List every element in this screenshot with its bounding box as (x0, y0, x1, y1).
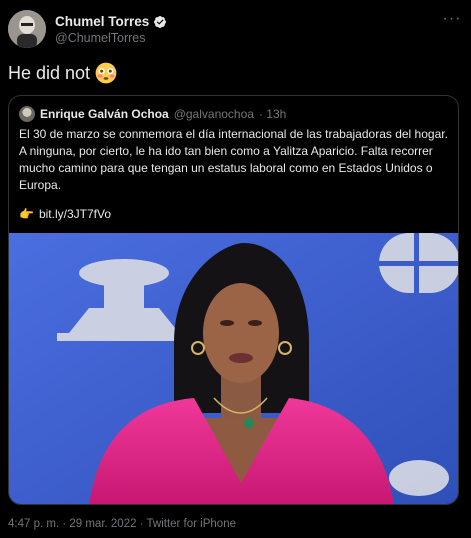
quoted-author-handle[interactable]: @galvanochoa (174, 107, 254, 121)
quoted-header: Enrique Galván Ochoa @galvanochoa · 13h (19, 106, 286, 122)
quoted-link[interactable]: bit.ly/3JT7fVo (39, 207, 111, 221)
more-options-icon[interactable]: ··· (441, 11, 463, 30)
quoted-photo[interactable] (9, 233, 459, 505)
tweet-header: Chumel Torres @ChumelTorres ··· (8, 10, 463, 52)
pointing-hand-icon: 👉 (19, 207, 34, 221)
author-name-row[interactable]: Chumel Torres (55, 14, 167, 29)
author-handle[interactable]: @ChumelTorres (55, 31, 146, 45)
tweet-metadata[interactable]: 4:47 p. m. · 29 mar. 2022 · Twitter for … (8, 518, 236, 530)
author-name[interactable]: Chumel Torres (55, 14, 149, 29)
flushed-face-emoji-icon (95, 62, 117, 84)
quoted-timestamp[interactable]: · 13h (259, 107, 286, 121)
quoted-author-name[interactable]: Enrique Galván Ochoa (40, 107, 169, 121)
tweet-text: He did not (8, 62, 91, 83)
avatar[interactable] (8, 10, 46, 48)
verified-badge-icon (154, 15, 167, 28)
tweet-text-row: He did not (8, 62, 117, 84)
quoted-tweet-card[interactable]: Enrique Galván Ochoa @galvanochoa · 13h … (8, 95, 459, 505)
quoted-avatar[interactable] (19, 106, 35, 122)
tweet-page: Chumel Torres @ChumelTorres ··· He did n… (0, 0, 471, 538)
quoted-text: El 30 de marzo se conmemora el día inter… (19, 127, 448, 192)
quoted-link-row: 👉 bit.ly/3JT7fVo (19, 207, 111, 221)
